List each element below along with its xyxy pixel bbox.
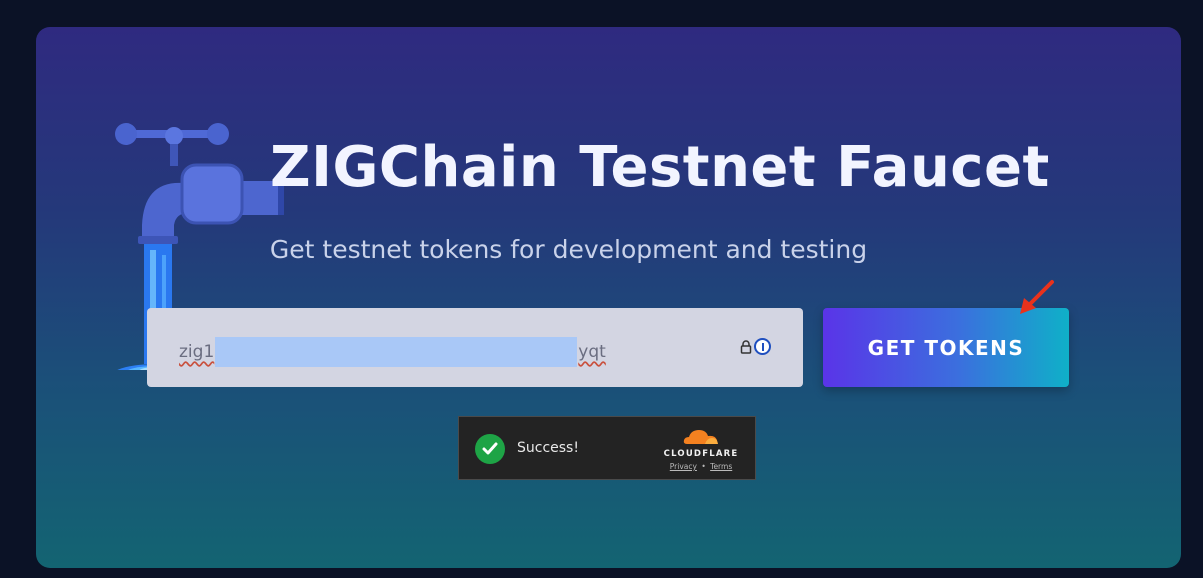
page-title: ZIGChain Testnet Faucet	[270, 135, 1050, 200]
page-subtitle-text: Get testnet tokens for development and t…	[269, 235, 868, 264]
address-input-wrapper[interactable]: zig1 yqt	[147, 308, 803, 387]
lock-icon	[740, 339, 752, 354]
faucet-card: ZIGChain Testnet Faucet Get testnet toke…	[36, 27, 1181, 568]
captcha-status: Success!	[517, 440, 579, 456]
address-prefix: zig1	[179, 342, 215, 362]
password-manager-icon[interactable]	[754, 338, 771, 355]
cloudflare-cloud-icon	[683, 430, 718, 444]
address-field[interactable]: zig1 yqt	[179, 336, 606, 368]
check-icon	[475, 434, 505, 464]
cloudflare-links: Privacy • Terms	[661, 462, 741, 471]
link-separator: •	[701, 462, 706, 471]
cloudflare-turnstile-widget[interactable]: Success! CLOUDFLARE Privacy • Terms	[458, 416, 756, 480]
privacy-link[interactable]: Privacy	[670, 462, 697, 471]
selected-address-text[interactable]	[215, 337, 578, 367]
address-suffix: yqt	[578, 342, 606, 362]
cloudflare-wordmark: CLOUDFLARE	[663, 449, 739, 459]
get-tokens-button[interactable]: GET TOKENS	[823, 308, 1069, 387]
page-subtitle: Get testnet tokens for development and t…	[36, 235, 1181, 264]
cloudflare-logo: CLOUDFLARE Privacy • Terms	[661, 427, 741, 471]
terms-link[interactable]: Terms	[710, 462, 732, 471]
red-arrow-icon	[1020, 280, 1054, 314]
password-manager-icons[interactable]	[740, 338, 771, 355]
